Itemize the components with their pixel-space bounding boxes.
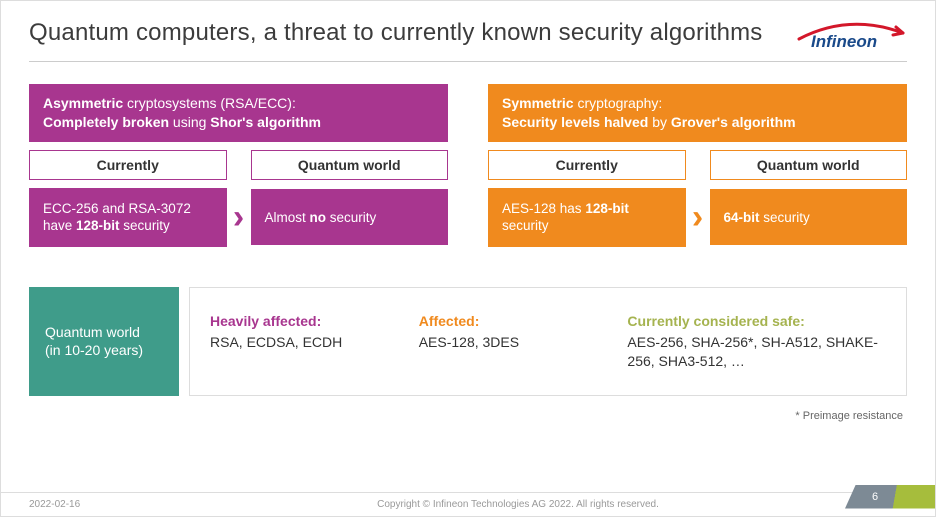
footnote: * Preimage resistance (29, 410, 907, 422)
asym-quantum-label: Quantum world (251, 150, 449, 180)
chevron-right-icon: › (227, 200, 251, 234)
safe-title: Currently considered safe: (627, 312, 886, 331)
sym-header: Symmetric cryptography:Security levels h… (488, 84, 907, 142)
asym-currently-box: ECC-256 and RSA-3072 have 128-bit securi… (29, 188, 227, 247)
sym-currently-box: AES-128 has 128-bit security (488, 188, 686, 247)
sym-quantum-label: Quantum world (710, 150, 908, 180)
slide-title: Quantum computers, a threat to currently… (29, 19, 763, 47)
chevron-right-icon: › (686, 200, 710, 234)
footer-date: 2022-02-16 (29, 499, 189, 510)
footer-copyright: Copyright © Infineon Technologies AG 202… (189, 499, 847, 510)
safe-list: AES-256, SHA-256*, SH-A512, SHAKE-256, S… (627, 333, 886, 371)
summary-panel: Heavily affected: RSA, ECDSA, ECDH Affec… (189, 287, 907, 396)
asym-header: Asymmetric cryptosystems (RSA/ECC):Compl… (29, 84, 448, 142)
sym-currently-label: Currently (488, 150, 686, 180)
safe-block: Currently considered safe: AES-256, SHA-… (627, 312, 886, 371)
sym-quantum-box: 64-bit security (710, 189, 908, 245)
asymmetric-column: Asymmetric cryptosystems (RSA/ECC):Compl… (29, 84, 448, 247)
asym-currently-label: Currently (29, 150, 227, 180)
summary-timeframe: Quantum world(in 10-20 years) (29, 287, 179, 396)
page-number-badge: 6 (845, 485, 935, 509)
heavily-affected-title: Heavily affected: (210, 312, 395, 331)
symmetric-column: Symmetric cryptography:Security levels h… (488, 84, 907, 247)
infineon-logo: Infineon (797, 19, 907, 55)
heavily-affected-list: RSA, ECDSA, ECDH (210, 333, 395, 352)
asym-quantum-box: Almost no security (251, 189, 449, 245)
affected-block: Affected: AES-128, 3DES (419, 312, 604, 371)
heavily-affected-block: Heavily affected: RSA, ECDSA, ECDH (210, 312, 395, 371)
footer: 2022-02-16 Copyright © Infineon Technolo… (1, 492, 935, 516)
affected-title: Affected: (419, 312, 604, 331)
affected-list: AES-128, 3DES (419, 333, 604, 352)
svg-text:Infineon: Infineon (811, 32, 877, 51)
